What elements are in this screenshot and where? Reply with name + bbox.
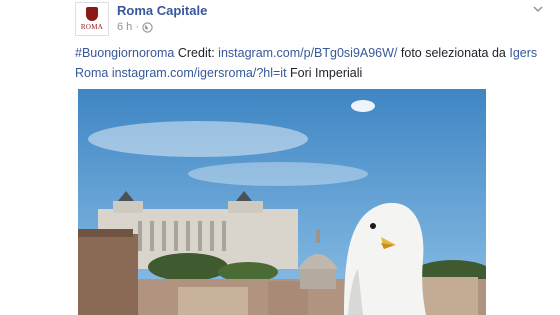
credit-link[interactable]: instagram.com/p/BTg0si9A96W/ (218, 46, 397, 60)
page-avatar[interactable]: ROMA (75, 2, 109, 36)
caption-phrase: foto selezionata da (400, 46, 506, 60)
globe-icon[interactable] (142, 21, 153, 33)
chevron-down-icon[interactable] (531, 2, 545, 16)
credit-label: Credit: (177, 46, 215, 60)
roma-crest-icon (86, 7, 98, 21)
post-meta: 6 h · (117, 21, 153, 33)
post-timestamp[interactable]: 6 h (117, 21, 132, 33)
post-header: ROMA Roma Capitale 6 h · (75, 2, 545, 38)
hashtag-link[interactable]: #Buongiornoroma (75, 46, 174, 60)
location-text: Fori Imperiali (290, 66, 363, 80)
post-text: #Buongiornoroma Credit: instagram.com/p/… (75, 43, 545, 83)
page-name-link[interactable]: Roma Capitale (117, 3, 207, 18)
profile-link[interactable]: instagram.com/igersroma/?hl=it (112, 66, 287, 80)
avatar-text: ROMA (80, 23, 104, 31)
post-photo[interactable] (78, 89, 486, 315)
meta-separator: · (135, 21, 139, 33)
photo-illustration (78, 89, 486, 315)
facebook-post: ROMA Roma Capitale 6 h · #Buongiornoroma… (0, 0, 560, 315)
